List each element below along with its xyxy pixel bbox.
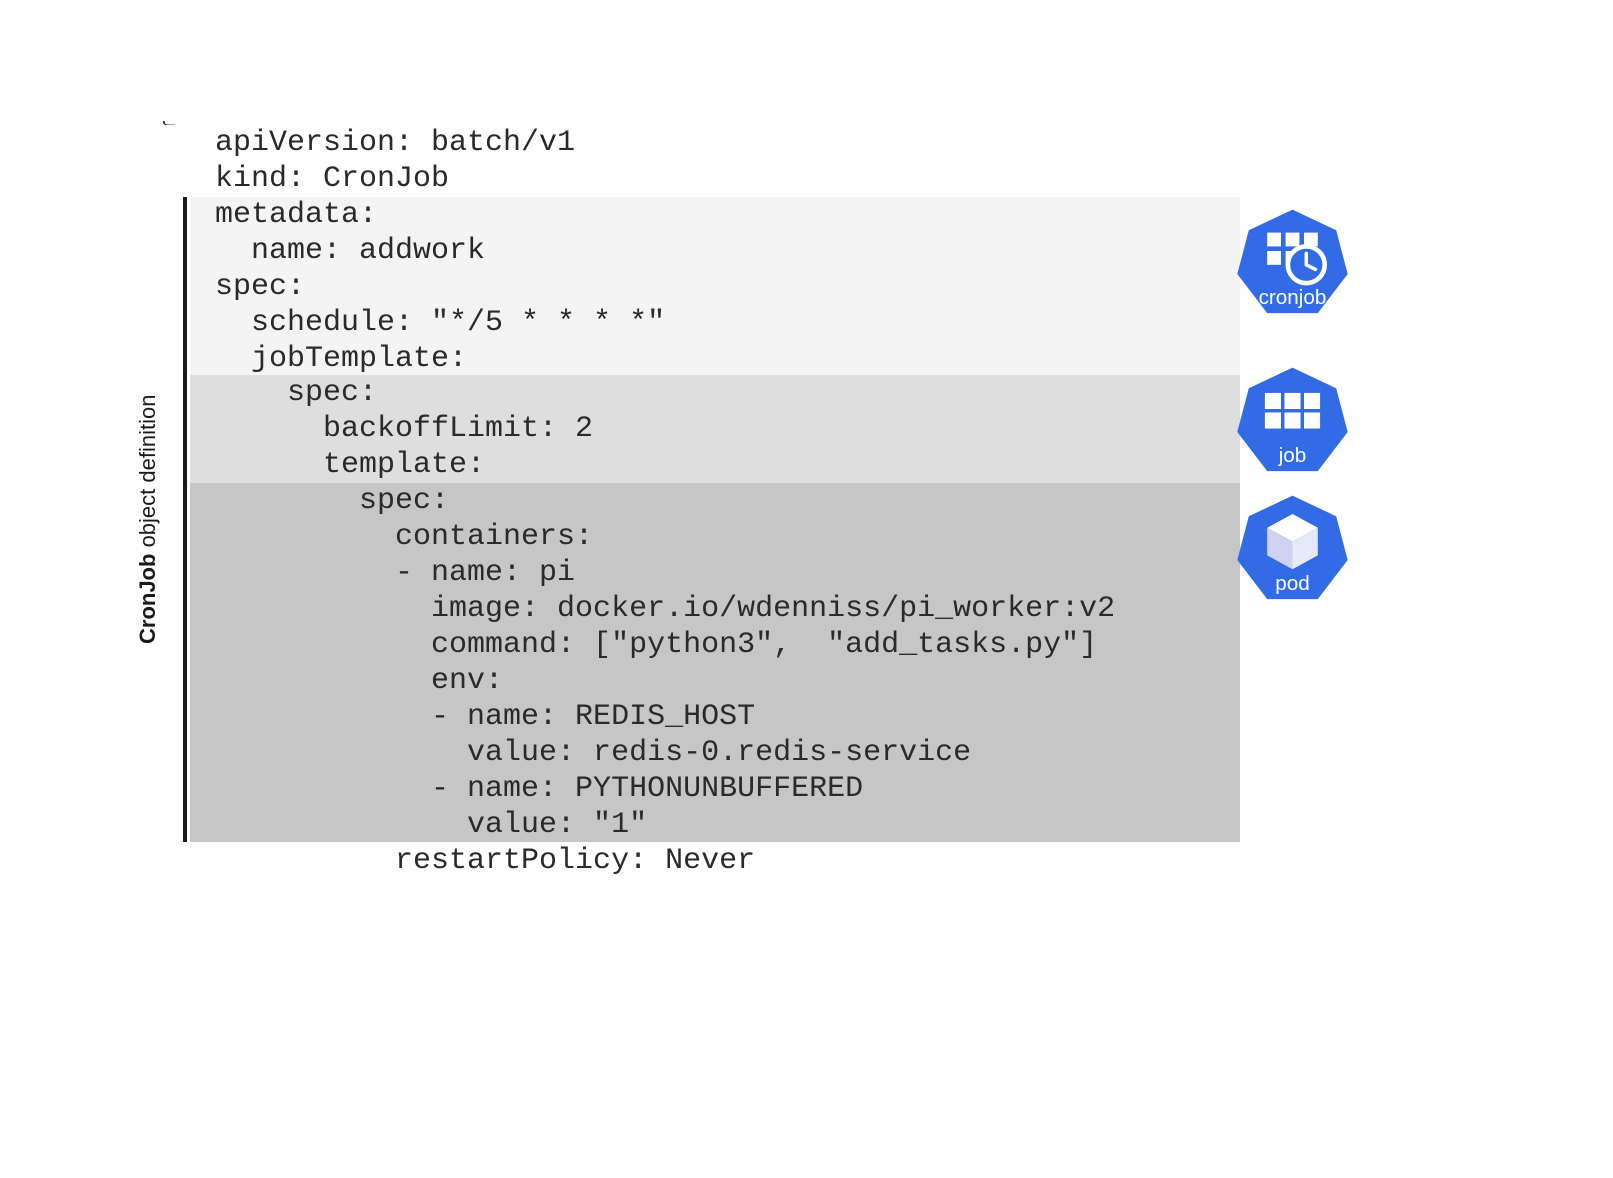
cronjob-icon-label: cronjob <box>1259 286 1327 309</box>
cronjob-def-label: CronJob object definition <box>135 197 161 842</box>
cronjob-def-rest: object definition <box>135 395 160 554</box>
job-icon-label: job <box>1278 444 1307 467</box>
yaml-pod-section: spec: containers: - name: pi image: dock… <box>190 483 1240 842</box>
cronjob-def-bold: CronJob <box>135 554 160 644</box>
yaml-cronjob-section: metadata: name: addwork spec: schedule: … <box>190 197 1240 375</box>
cronjob-icon: cronjob <box>1235 205 1350 320</box>
pod-icon: pod <box>1235 491 1350 606</box>
pod-icon-label: pod <box>1275 572 1310 595</box>
yaml-job-section: spec: backoffLimit: 2 template: <box>190 375 1240 483</box>
job-icon: job <box>1235 363 1350 478</box>
cronjob-bar <box>183 197 187 842</box>
yaml-header-section: apiVersion: batch/v1 kind: CronJob <box>135 125 1185 197</box>
